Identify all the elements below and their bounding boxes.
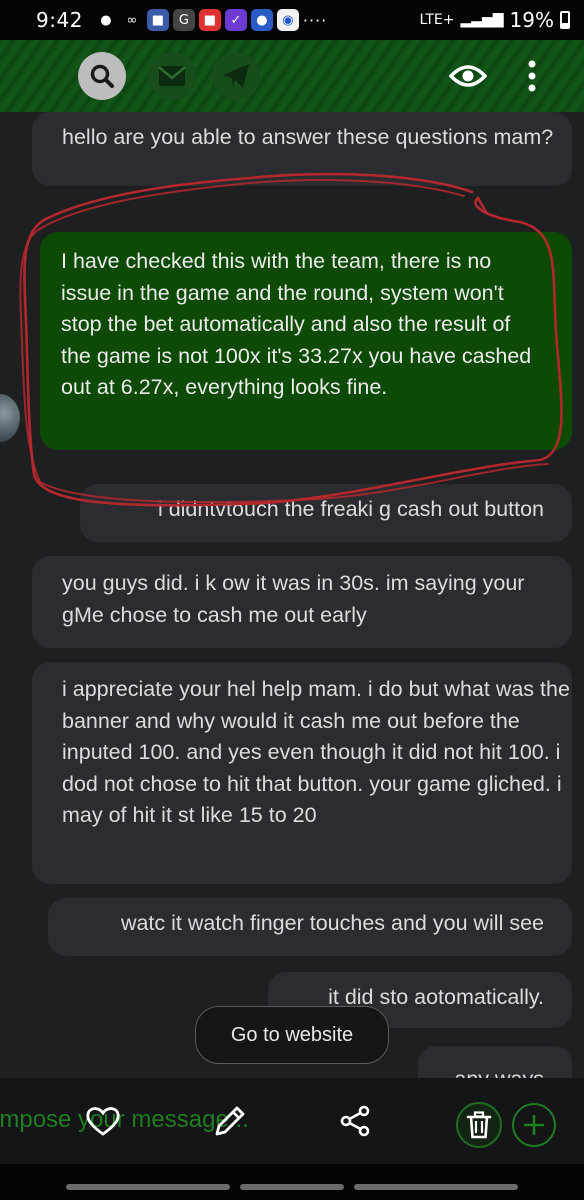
chat-bubble-user: any ways xyxy=(418,1046,572,1078)
visibility-button[interactable] xyxy=(446,58,490,94)
go-to-website-button[interactable]: Go to website xyxy=(195,1006,389,1064)
search-button[interactable] xyxy=(78,52,126,100)
agent-avatar xyxy=(0,394,20,442)
nav-back-indicator[interactable] xyxy=(354,1184,518,1190)
app-notification-icon: ● xyxy=(250,9,273,31)
chat-bubble-user: i appreciate your hel help mam. i do but… xyxy=(32,662,572,884)
chat-bubble-user: hello are you able to answer these quest… xyxy=(32,112,572,186)
message-composer: ompose your message... xyxy=(0,1078,584,1164)
message-text: i appreciate your hel help mam. i do but… xyxy=(62,677,570,827)
app-notification-icon: ■ xyxy=(198,9,221,31)
share-button[interactable] xyxy=(330,1096,380,1146)
nav-recents-indicator[interactable] xyxy=(66,1184,230,1190)
network-type: LTE+ xyxy=(419,12,455,28)
message-text: hello are you able to answer these quest… xyxy=(62,125,554,149)
add-button[interactable] xyxy=(512,1103,556,1147)
nav-home-indicator[interactable] xyxy=(240,1184,344,1190)
pencil-icon xyxy=(215,1106,245,1136)
more-vertical-icon xyxy=(528,60,536,92)
message-text: i didntvtouch the freaki g cash out butt… xyxy=(157,497,544,521)
mail-button[interactable] xyxy=(148,52,196,100)
status-notification-icons: ● ∞ ■ G ■ ✓ ● ◉ ···· xyxy=(95,9,327,31)
edit-button[interactable] xyxy=(205,1096,255,1146)
chat-bubble-user: i didntvtouch the freaki g cash out butt… xyxy=(80,484,572,542)
app-notification-icon: G xyxy=(172,9,195,31)
trash-icon xyxy=(466,1111,492,1139)
delete-button[interactable] xyxy=(456,1102,502,1148)
app-top-bar xyxy=(0,40,584,112)
eye-icon xyxy=(449,65,487,87)
heart-icon xyxy=(86,1107,120,1136)
app-notification-icon: ◉ xyxy=(276,9,299,31)
system-navigation-bar xyxy=(0,1164,584,1200)
message-text: any ways xyxy=(454,1067,544,1078)
message-text: I have checked this with the team, there… xyxy=(61,249,532,399)
app-notification-icon: ● xyxy=(100,12,112,28)
app-notification-icon: ■ xyxy=(146,9,169,31)
mail-icon xyxy=(158,66,186,86)
chat-bubble-agent: I have checked this with the team, there… xyxy=(40,232,572,450)
share-icon xyxy=(340,1105,370,1137)
status-time: 9:42 xyxy=(36,8,83,32)
status-right: LTE+ ▂▃▅▇ 19% xyxy=(419,8,570,32)
plus-icon xyxy=(524,1115,544,1135)
more-options-button[interactable] xyxy=(516,56,548,96)
search-icon xyxy=(90,64,114,88)
send-icon xyxy=(223,64,249,88)
signal-icon: ▂▃▅▇ xyxy=(460,12,504,28)
telegram-button[interactable] xyxy=(212,52,260,100)
chat-bubble-user: you guys did. i k ow it was in 30s. im s… xyxy=(32,556,572,648)
chat-message-list[interactable]: hello are you able to answer these quest… xyxy=(0,112,584,1078)
app-notification-icon: ✓ xyxy=(224,9,247,31)
favorite-button[interactable] xyxy=(78,1096,128,1146)
chat-bubble-user: watc it watch finger touches and you wil… xyxy=(48,898,572,956)
message-text: you guys did. i k ow it was in 30s. im s… xyxy=(62,571,525,627)
message-text: watc it watch finger touches and you wil… xyxy=(120,911,544,935)
status-bar: 9:42 ● ∞ ■ G ■ ✓ ● ◉ ···· LTE+ ▂▃▅▇ 19% xyxy=(0,0,584,40)
battery-level: 19% xyxy=(509,8,554,32)
voicemail-icon: ∞ xyxy=(126,12,138,28)
more-notifications-icon: ···· xyxy=(302,10,328,30)
battery-icon xyxy=(560,11,570,29)
